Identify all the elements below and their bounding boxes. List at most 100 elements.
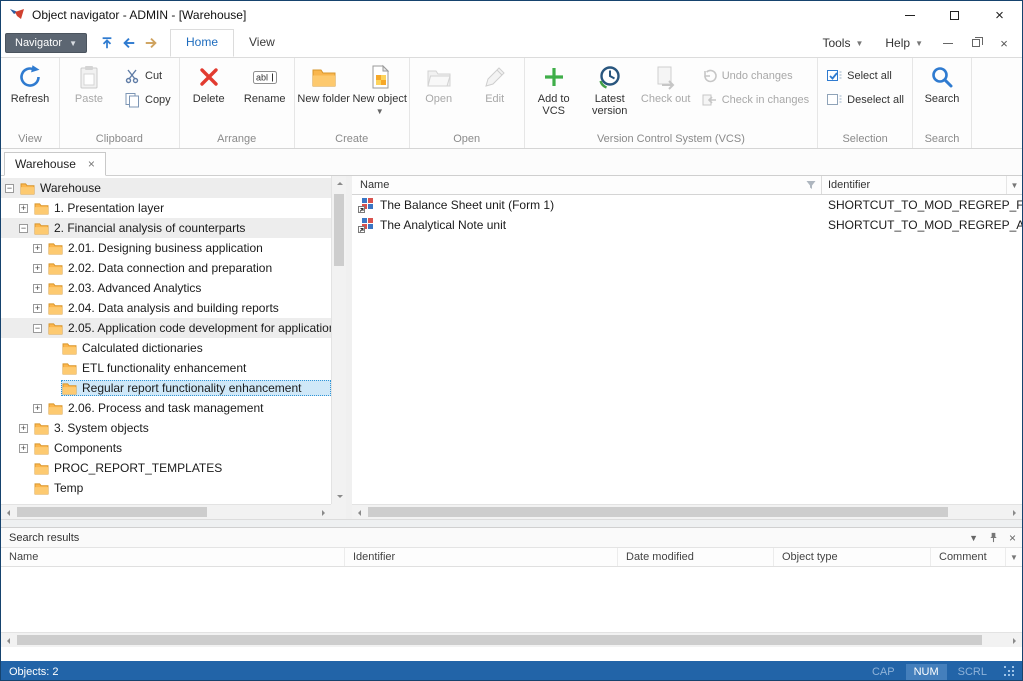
tree-item-2-02-data-connection-and-preparation[interactable]: +2.02. Data connection and preparation <box>1 258 331 278</box>
back-icon[interactable] <box>118 33 140 53</box>
ribbon-tab-home[interactable]: Home <box>170 29 234 57</box>
select-all-button[interactable]: Select all <box>819 65 911 86</box>
tree-item-2-01-designing-business-application[interactable]: +2.01. Designing business application <box>1 238 331 258</box>
close-button[interactable]: × <box>977 1 1022 29</box>
tree-item-calculated-dictionaries[interactable]: Calculated dictionaries <box>1 338 331 358</box>
scroll-right-icon[interactable] <box>1007 505 1022 520</box>
list-horizontal-scrollbar[interactable] <box>352 504 1022 519</box>
collapse-icon[interactable]: − <box>5 184 14 193</box>
scrollbar-thumb[interactable] <box>368 507 948 517</box>
expand-icon[interactable]: + <box>19 204 28 213</box>
scroll-up-icon[interactable] <box>332 176 347 191</box>
tree-horizontal-scrollbar[interactable] <box>1 504 331 519</box>
latest-version-button[interactable]: Latest version <box>582 59 638 129</box>
ribbon-restore-button[interactable] <box>963 33 989 53</box>
tree-item-2-05-application-code-development-for-ap[interactable]: −2.05. Application code development for … <box>1 318 331 338</box>
up-icon[interactable] <box>96 33 118 53</box>
new-folder-button[interactable]: New folder <box>296 59 352 129</box>
ribbon-group-caption: View <box>2 131 58 148</box>
search-button[interactable]: Search <box>914 59 970 129</box>
new-object-button[interactable]: New object ▼ <box>352 59 408 129</box>
tree-item-label: 2.04. Data analysis and building reports <box>68 301 279 315</box>
scroll-left-icon[interactable] <box>352 505 367 520</box>
scroll-right-icon[interactable] <box>1007 633 1022 648</box>
tree-vertical-scrollbar[interactable] <box>331 176 346 504</box>
pin-icon[interactable] <box>988 532 999 543</box>
tree-item-etl-functionality-enhancement[interactable]: ETL functionality enhancement <box>1 358 331 378</box>
tree-item-proc-report-templates[interactable]: PROC_REPORT_TEMPLATES <box>1 458 331 478</box>
object-row-the-balance-sheet-unit-form-1[interactable]: The Balance Sheet unit (Form 1)SHORTCUT_… <box>352 195 1022 215</box>
scrollbar-thumb[interactable] <box>17 635 982 645</box>
cut-button[interactable]: Cut <box>117 65 178 86</box>
tree-item-2-06-process-and-task-management[interactable]: +2.06. Process and task management <box>1 398 331 418</box>
main-area: − Warehouse +1. Presentation layer−2. Fina… <box>1 176 1022 519</box>
ribbon-minimize-button[interactable] <box>935 33 961 53</box>
search-column-identifier[interactable]: Identifier <box>345 548 618 566</box>
check-out-button[interactable]: Check out <box>638 59 694 129</box>
search-column-name[interactable]: Name <box>1 548 345 566</box>
object-row-the-analytical-note-unit[interactable]: The Analytical Note unitSHORTCUT_TO_MOD_… <box>352 215 1022 235</box>
scroll-down-icon[interactable] <box>332 489 347 504</box>
expand-icon[interactable]: + <box>19 444 28 453</box>
document-tab-warehouse[interactable]: Warehouse × <box>4 152 106 176</box>
refresh-button[interactable]: Refresh <box>2 59 58 129</box>
search-horizontal-scrollbar[interactable] <box>1 632 1022 647</box>
tree-item-regular-report-functionality-enhancement[interactable]: Regular report functionality enhancement <box>1 378 331 398</box>
status-bar: Objects: 2 CAPNUMSCRL <box>1 661 1022 681</box>
expand-icon[interactable]: + <box>33 304 42 313</box>
scrollbar-thumb[interactable] <box>334 194 344 266</box>
search-column-comment[interactable]: Comment <box>931 548 1006 566</box>
tree-item-components[interactable]: +Components <box>1 438 331 458</box>
expand-icon[interactable]: + <box>33 264 42 273</box>
horizontal-splitter[interactable] <box>1 519 1022 527</box>
scrollbar-thumb[interactable] <box>17 507 207 517</box>
tree-item-2-03-advanced-analytics[interactable]: +2.03. Advanced Analytics <box>1 278 331 298</box>
undo-changes-button[interactable]: Undo changes <box>694 65 816 86</box>
tree-item-3-system-objects[interactable]: +3. System objects <box>1 418 331 438</box>
copy-button[interactable]: Copy <box>117 89 178 110</box>
tools-menu[interactable]: Tools ▼ <box>812 36 873 50</box>
close-icon[interactable]: × <box>1009 532 1016 544</box>
expand-icon[interactable]: + <box>33 284 42 293</box>
add-to-vcs-button[interactable]: Add to VCS <box>526 59 582 129</box>
search-column-object-type[interactable]: Object type <box>774 548 931 566</box>
scroll-right-icon[interactable] <box>316 505 331 520</box>
paste-button[interactable]: Paste <box>61 59 117 129</box>
collapse-icon[interactable]: − <box>33 324 42 333</box>
expand-icon[interactable]: + <box>33 404 42 413</box>
add-to-vcs-label: Add to VCS <box>526 93 582 117</box>
expand-icon[interactable]: + <box>19 424 28 433</box>
check-in-changes-button[interactable]: Check in changes <box>694 89 816 110</box>
column-header-name[interactable]: Name <box>352 176 822 194</box>
delete-button[interactable]: Delete <box>181 59 237 129</box>
resize-grip-icon[interactable] <box>1003 665 1016 678</box>
tree-item-2-financial-analysis-of-counterparts[interactable]: −2. Financial analysis of counterparts <box>1 218 331 238</box>
search-column-date-modified[interactable]: Date modified <box>618 548 774 566</box>
forward-icon[interactable] <box>140 33 162 53</box>
help-menu[interactable]: Help ▼ <box>875 36 933 50</box>
chevron-down-icon[interactable]: ▼ <box>969 533 978 543</box>
rename-button[interactable]: ablRename <box>237 59 293 129</box>
column-header-identifier[interactable]: Identifier <box>822 176 1006 194</box>
collapse-icon[interactable]: − <box>19 224 28 233</box>
column-chooser-button[interactable]: ▼ <box>1006 176 1022 194</box>
tree-item-2-04-data-analysis-and-building-reports[interactable]: +2.04. Data analysis and building report… <box>1 298 331 318</box>
maximize-button[interactable] <box>932 1 977 29</box>
expand-icon[interactable]: + <box>33 244 42 253</box>
navigator-menu-button[interactable]: Navigator ▼ <box>5 33 87 53</box>
scroll-left-icon[interactable] <box>1 633 16 648</box>
funnel-icon[interactable] <box>805 179 817 191</box>
minimize-button[interactable] <box>887 1 932 29</box>
ribbon-tab-view[interactable]: View <box>234 29 290 57</box>
scroll-left-icon[interactable] <box>1 505 16 520</box>
column-chooser-button[interactable]: ▼ <box>1006 548 1022 566</box>
tab-close-icon[interactable]: × <box>88 158 95 170</box>
tree-item-1-presentation-layer[interactable]: +1. Presentation layer <box>1 198 331 218</box>
tree-item-temp[interactable]: Temp <box>1 478 331 498</box>
ribbon-close-button[interactable]: × <box>991 33 1017 53</box>
open-button[interactable]: Open <box>411 59 467 129</box>
tree-item-label: Warehouse <box>40 181 101 195</box>
edit-button[interactable]: Edit <box>467 59 523 129</box>
tree-item-warehouse[interactable]: − Warehouse <box>1 178 331 198</box>
deselect-all-button[interactable]: Deselect all <box>819 89 911 110</box>
